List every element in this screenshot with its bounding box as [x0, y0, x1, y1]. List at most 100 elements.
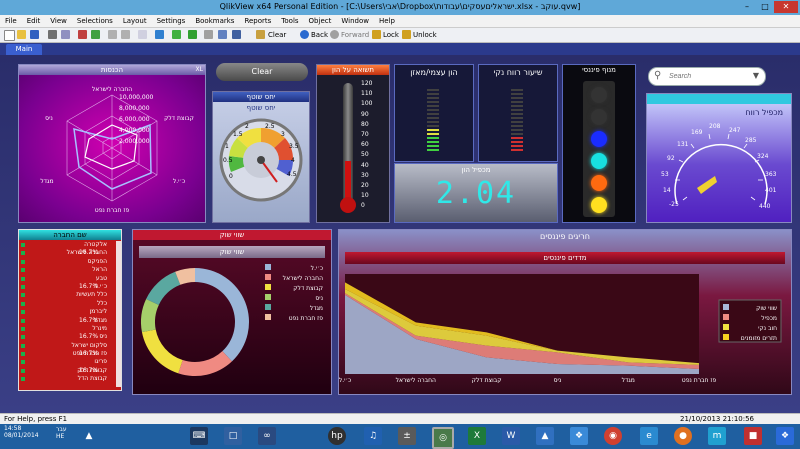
open-icon[interactable] — [17, 30, 26, 39]
print-preview-icon[interactable] — [61, 30, 70, 39]
menu-window[interactable]: Window — [336, 15, 374, 27]
qlikview-icon[interactable]: ◎ — [432, 427, 454, 449]
list-item[interactable]: טבע — [19, 275, 115, 283]
thermo-tick: 0 — [361, 202, 365, 210]
kpi-equity-panel[interactable]: הון עצמי/מאזן — [394, 64, 474, 162]
properties-icon[interactable] — [138, 30, 147, 39]
system-tray-icons[interactable]: ▲ — [80, 427, 98, 445]
start-button[interactable]: ❖ — [776, 427, 794, 445]
minimize-button[interactable]: – — [738, 1, 756, 13]
list-item[interactable]: כלל — [19, 300, 115, 308]
thermometer-panel[interactable]: תשואה על הון 120 110 100 90 80 70 60 50 40 30 20 10… — [316, 64, 390, 223]
menu-selections[interactable]: Selections — [72, 15, 118, 27]
dropbox-icon[interactable]: ❖ — [570, 427, 588, 445]
list-item[interactable]: מינרל — [19, 325, 115, 333]
list-item[interactable]: הפניקס — [19, 258, 115, 266]
maxthon-icon[interactable]: m — [708, 427, 726, 445]
help-icon[interactable] — [232, 30, 241, 39]
search-box[interactable]: ⚲ ▼ — [648, 67, 766, 86]
print-icon[interactable] — [48, 30, 57, 39]
list-item[interactable]: אלקטרה — [19, 241, 115, 249]
menu-file[interactable]: File — [0, 15, 22, 27]
unlock-button[interactable]: Unlock — [413, 30, 437, 40]
clear-icon[interactable] — [256, 30, 265, 39]
clear-sheet-button[interactable]: Clear — [216, 63, 308, 81]
chrome-icon[interactable]: ◉ — [604, 427, 622, 445]
list-item[interactable]: 16.7% ניס — [19, 333, 115, 341]
layout-icon[interactable] — [218, 30, 227, 39]
lock-button[interactable]: Lock — [383, 30, 399, 40]
menu-edit[interactable]: Edit — [22, 15, 46, 27]
list-item[interactable]: 16.7% פז חברת נפט — [19, 350, 115, 358]
redo-icon[interactable] — [121, 30, 130, 39]
clear-toolbar-button[interactable]: Clear — [268, 30, 286, 40]
chevron-down-icon[interactable]: ▼ — [753, 71, 759, 80]
forward-icon[interactable] — [330, 30, 339, 39]
menu-bookmarks[interactable]: Bookmarks — [190, 15, 239, 27]
design-grid-icon[interactable] — [172, 30, 181, 39]
excel-icon[interactable]: X — [468, 427, 486, 445]
list-item[interactable]: 16.7% החברה לישראל — [19, 249, 115, 257]
listbox-scrollbar[interactable] — [116, 241, 121, 387]
word-icon[interactable]: W — [502, 427, 520, 445]
lock-icon[interactable] — [372, 30, 381, 39]
app-icon-1[interactable]: □ — [224, 427, 242, 445]
led-panel[interactable]: מנוף פיננסי — [562, 64, 636, 223]
reload-icon[interactable] — [91, 30, 100, 39]
close-button[interactable]: ✕ — [774, 1, 798, 13]
app-icon-3[interactable]: ■ — [744, 427, 762, 445]
taskbar-language[interactable]: עבר HE — [56, 426, 72, 440]
speedo-tick-0: -25 — [669, 201, 679, 208]
menu-layout[interactable]: Layout — [118, 15, 152, 27]
list-item[interactable]: סלקום ישראל — [19, 342, 115, 350]
menu-reports[interactable]: Reports — [239, 15, 276, 27]
search-icon[interactable] — [155, 30, 164, 39]
menu-settings[interactable]: Settings — [152, 15, 191, 27]
unlock-icon[interactable] — [402, 30, 411, 39]
list-item-pct: 16.7% — [79, 333, 99, 341]
ie-icon[interactable]: e — [640, 427, 658, 445]
maximize-button[interactable]: □ — [756, 1, 774, 13]
keyboard-icon[interactable]: ⌨ — [190, 427, 208, 445]
donut-chart-panel[interactable]: שווי שוק שווי שוק כ׳י.ל החברה לישראל קבוצת… — [132, 229, 332, 395]
list-item[interactable]: כלל תעשיות — [19, 291, 115, 299]
itunes-icon[interactable]: ♫ — [364, 427, 382, 445]
area-chart-panel[interactable]: חריגים פיננסים מדדים פיננסים כ׳י.ל החברה … — [338, 229, 792, 395]
back-button[interactable]: Back — [311, 30, 328, 40]
menu-view[interactable]: View — [45, 15, 72, 27]
hp-icon[interactable]: hp — [328, 427, 346, 445]
tab-main[interactable]: Main — [6, 44, 42, 55]
gauge-panel[interactable]: יחס שוטף יחס שוטף 0 0.5 1 1.5 2 2.5 3 3.… — [212, 91, 310, 223]
digital-panel[interactable]: מכפיל הון 2.04 — [394, 163, 558, 223]
edit-script-icon[interactable] — [78, 30, 87, 39]
menu-object[interactable]: Object — [304, 15, 337, 27]
thermo-tick: 110 — [361, 90, 373, 98]
app-icon-2[interactable]: ∞ — [258, 427, 276, 445]
search-input[interactable] — [667, 70, 751, 83]
list-item[interactable]: 16.7% מגדל — [19, 317, 115, 325]
bookmark-star-icon[interactable] — [188, 30, 197, 39]
company-listbox[interactable]: שם החברה אלקטרה 16.7% החברה לישראל הפניקס… — [18, 229, 122, 391]
list-item[interactable]: 16.7% קבוצת דלק — [19, 367, 115, 375]
firefox-icon[interactable]: ● — [674, 427, 692, 445]
list-item[interactable]: ליברמן — [19, 308, 115, 316]
menu-help[interactable]: Help — [374, 15, 400, 27]
menu-tools[interactable]: Tools — [276, 15, 303, 27]
list-item[interactable]: הראל — [19, 266, 115, 274]
list-item[interactable]: פריגו — [19, 358, 115, 366]
undo-icon[interactable] — [108, 30, 117, 39]
calculator-icon[interactable]: ± — [398, 427, 416, 445]
list-item[interactable]: 16.7% כ׳י.ל — [19, 283, 115, 291]
list-item[interactable]: קבוצת הדל — [19, 375, 115, 383]
new-icon[interactable] — [4, 30, 15, 41]
radar-chart-panel[interactable]: הכנסות XL 10,000,000 8,000,000 6,000,000… — [18, 64, 206, 223]
save-icon[interactable] — [30, 30, 39, 39]
forward-button[interactable]: Forward — [341, 30, 369, 40]
drive-icon[interactable]: ▲ — [536, 427, 554, 445]
radar-xl-icon[interactable]: XL — [196, 65, 203, 75]
kpi-profit-panel[interactable]: שיעור רווח נקי — [478, 64, 558, 162]
kpi-equity-title: הון עצמי/מאזן — [410, 68, 458, 77]
tool-icon[interactable] — [204, 30, 213, 39]
speedometer-panel[interactable]: מכפיל רווח -25 14 53 92 131 169 208 247 … — [646, 93, 792, 223]
back-icon[interactable] — [300, 30, 309, 39]
